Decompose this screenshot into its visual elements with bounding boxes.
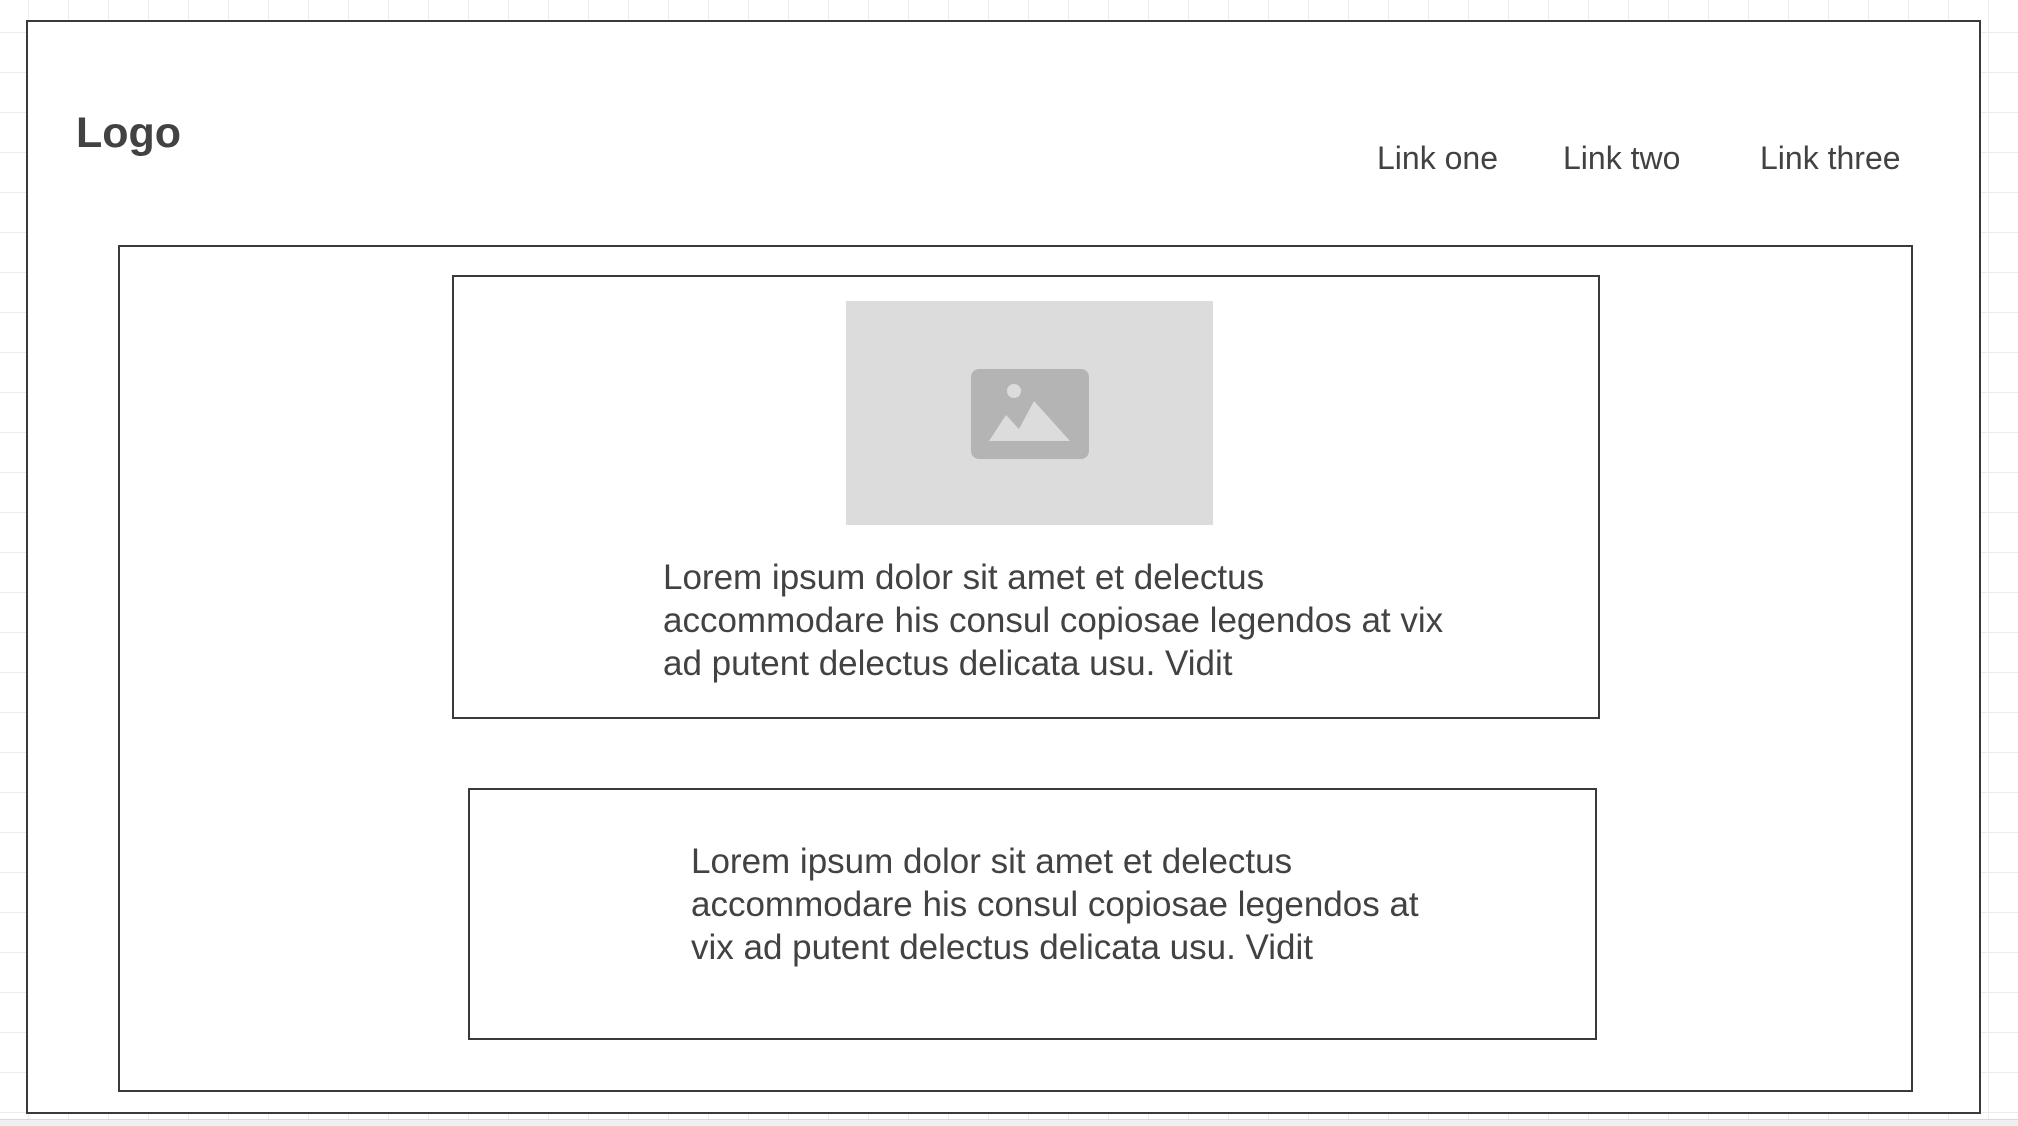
logo[interactable]: Logo <box>76 112 181 155</box>
card-body-text: Lorem ipsum dolor sit amet et delectus a… <box>663 558 1444 683</box>
nav-link-one[interactable]: Link one <box>1377 142 1498 174</box>
main-content-container: Lorem ipsum dolor sit amet et delectus a… <box>118 245 1913 1092</box>
nav-link-two[interactable]: Link two <box>1563 142 1680 174</box>
wireframe-page: Logo Link one Link two Link three Lorem … <box>26 20 1981 1114</box>
card-body-text: Lorem ipsum dolor sit amet et delectus a… <box>691 842 1419 967</box>
image-placeholder-icon <box>971 369 1089 459</box>
canvas-bottom-edge <box>0 1119 2018 1126</box>
content-card-text: Lorem ipsum dolor sit amet et delectus a… <box>468 788 1597 1040</box>
image-placeholder <box>846 301 1213 525</box>
content-card-with-image: Lorem ipsum dolor sit amet et delectus a… <box>452 275 1600 719</box>
nav-link-three[interactable]: Link three <box>1760 142 1901 174</box>
